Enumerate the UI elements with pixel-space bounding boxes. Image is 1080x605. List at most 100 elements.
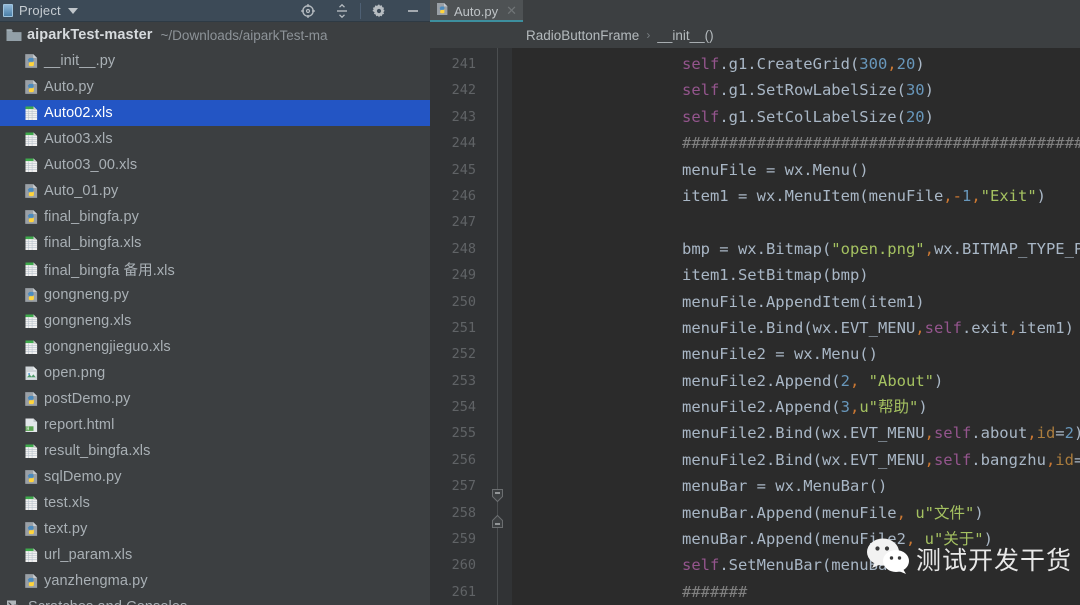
tree-item-label: text.py <box>44 521 88 537</box>
line-number: 248 <box>451 240 476 257</box>
code-token: ) <box>915 55 925 73</box>
code-line[interactable]: self.g1.CreateGrid(300,20) <box>512 51 1080 77</box>
code-token: menuFile2.Bind(wx.EVT_MENU <box>570 450 925 469</box>
code-line[interactable]: item1.SetBitmap(bmp) <box>512 262 1080 288</box>
tree-item[interactable]: sqlDemo.py <box>0 464 430 490</box>
tree-item-label: report.html <box>44 417 115 433</box>
fold-marker-collapse-icon[interactable] <box>490 488 505 503</box>
excel-file-icon <box>24 131 39 147</box>
code-token: item1 = wx.MenuItem(menuFile <box>570 186 944 205</box>
code-token: 20 <box>896 55 916 73</box>
tree-item[interactable]: postDemo.py <box>0 386 430 412</box>
code-token: "About" <box>868 371 934 390</box>
code-token: self <box>681 81 720 100</box>
code-line[interactable]: ########################################… <box>512 130 1080 156</box>
excel-file-icon <box>24 443 39 459</box>
code-line[interactable]: menuFile = wx.Menu() <box>512 157 1080 183</box>
tree-item[interactable]: text.py <box>0 516 430 542</box>
code-token: self <box>681 55 720 73</box>
code-line[interactable]: bmp = wx.Bitmap("open.png",wx.BITMAP_TYP… <box>512 236 1080 262</box>
line-number: 246 <box>451 187 476 204</box>
code-token: ) <box>1036 186 1046 205</box>
line-number-gutter: 241 242 243 244 245 246 247 248 249 250 251 252 253 2… <box>430 48 484 605</box>
code-token: ) <box>974 503 984 522</box>
tree-item[interactable]: aiparkTest-master ~/Downloads/aiparkTest-… <box>0 22 430 48</box>
code-line[interactable]: menuFile2.Append(2, "About") <box>512 368 1080 394</box>
collapse-all-icon[interactable] <box>325 0 359 22</box>
code-line[interactable]: self.g1.SetColLabelSize(20) <box>512 104 1080 130</box>
code-token: , <box>971 186 981 205</box>
python-file-icon <box>24 573 39 589</box>
tree-item[interactable]: gongneng.py <box>0 282 430 308</box>
code-line[interactable]: self.g1.SetRowLabelSize(30) <box>512 77 1080 103</box>
tree-item-label: sqlDemo.py <box>44 469 122 485</box>
tree-item[interactable]: Auto03.xls <box>0 126 430 152</box>
project-icon <box>3 4 13 17</box>
tree-item[interactable]: result_bingfa.xls <box>0 438 430 464</box>
code-line[interactable]: menuBar.Append(menuFile2, u"关于") <box>512 526 1080 552</box>
tree-item[interactable]: Auto.py <box>0 74 430 100</box>
code-line[interactable]: self.SetMenuBar(menuBar) <box>512 552 1080 578</box>
code-token: u"关于" <box>924 530 984 549</box>
code-token: menuFile2.Bind(wx.EVT_MENU <box>570 424 925 443</box>
code-line[interactable]: menuFile2.Append(3,u"帮助") <box>512 394 1080 420</box>
code-token: wx.BITMAP_TYPE_PNG) <box>933 239 1080 258</box>
minimize-icon[interactable] <box>396 0 430 22</box>
code-token: menuBar.Append(menuFile <box>570 503 897 522</box>
code-token: , <box>849 371 860 390</box>
code-token: 2 <box>840 371 850 390</box>
code-token: bmp = wx.Bitmap( <box>570 239 832 258</box>
tree-item-label: aiparkTest-master <box>27 27 153 43</box>
code-line[interactable]: menuFile2.Bind(wx.EVT_MENU,self.bangzhu,… <box>512 447 1080 473</box>
project-tree[interactable]: aiparkTest-master ~/Downloads/aiparkTest-… <box>0 22 430 605</box>
ide-window: Project Auto.py ✕ aiparkTest-master ~/Do… <box>0 0 1080 605</box>
code-token: .exit <box>961 318 1009 337</box>
tree-item[interactable]: open.png <box>0 360 430 386</box>
code-line[interactable]: item1 = wx.MenuItem(menuFile,-1,"Exit") <box>512 183 1080 209</box>
gear-icon[interactable] <box>362 0 396 22</box>
code-token: ) <box>924 81 934 100</box>
tree-item[interactable]: gongnengjieguo.xls <box>0 334 430 360</box>
line-number: 244 <box>451 135 476 152</box>
code-line[interactable] <box>512 209 1080 235</box>
code-token: u"文件" <box>915 503 975 522</box>
tree-item[interactable]: final_bingfa 备用.xls <box>0 256 430 282</box>
locate-icon[interactable] <box>291 0 325 22</box>
tree-item[interactable]: __init__.py <box>0 48 430 74</box>
code-line[interactable]: menuFile.Bind(wx.EVT_MENU,self.exit,item… <box>512 315 1080 341</box>
code-editor: RadioButtonFrame › __init__() 241 242 243 2… <box>430 22 1080 605</box>
code-line[interactable]: menuBar.Append(menuFile, u"文件") <box>512 500 1080 526</box>
tree-item[interactable]: Scratches and Consoles <box>0 594 430 605</box>
editor-tab-auto-py[interactable]: Auto.py ✕ <box>430 0 523 22</box>
fold-marker-expand-icon[interactable] <box>490 514 505 529</box>
breadcrumb-item-method[interactable]: __init__() <box>657 28 713 43</box>
line-number: 249 <box>451 267 476 284</box>
tree-item[interactable]: yanzhengma.py <box>0 568 430 594</box>
code-token: .bangzhu <box>971 450 1046 469</box>
breadcrumb-item-class[interactable]: RadioButtonFrame <box>526 28 639 43</box>
tree-item[interactable]: url_param.xls <box>0 542 430 568</box>
code-token: ) <box>983 530 993 549</box>
code-line[interactable]: menuFile.AppendItem(item1) <box>512 289 1080 315</box>
excel-file-icon <box>24 235 39 251</box>
code-line[interactable]: ####### <box>512 579 1080 605</box>
tree-item[interactable]: gongneng.xls <box>0 308 430 334</box>
tree-item[interactable]: Auto02.xls <box>0 100 430 126</box>
tree-item[interactable]: test.xls <box>0 490 430 516</box>
chevron-down-icon[interactable] <box>67 7 78 14</box>
tree-item[interactable]: Auto03_00.xls <box>0 152 430 178</box>
code-line[interactable]: menuFile2 = wx.Menu() <box>512 341 1080 367</box>
tree-item[interactable]: final_bingfa.py <box>0 204 430 230</box>
tree-item[interactable]: final_bingfa.xls <box>0 230 430 256</box>
line-number: 255 <box>451 425 476 442</box>
code-line[interactable]: menuFile2.Bind(wx.EVT_MENU,self.about,id… <box>512 420 1080 446</box>
tree-item[interactable]: Auto_01.py <box>0 178 430 204</box>
code-line[interactable]: menuBar = wx.MenuBar() <box>512 473 1080 499</box>
tree-item[interactable]: Hreport.html <box>0 412 430 438</box>
close-icon[interactable]: ✕ <box>506 3 517 19</box>
fold-gutter[interactable] <box>484 48 512 605</box>
excel-file-icon <box>24 495 39 511</box>
code-text[interactable]: self.g1.CreateGrid(300,20) self.g1.SetRo… <box>512 48 1080 605</box>
